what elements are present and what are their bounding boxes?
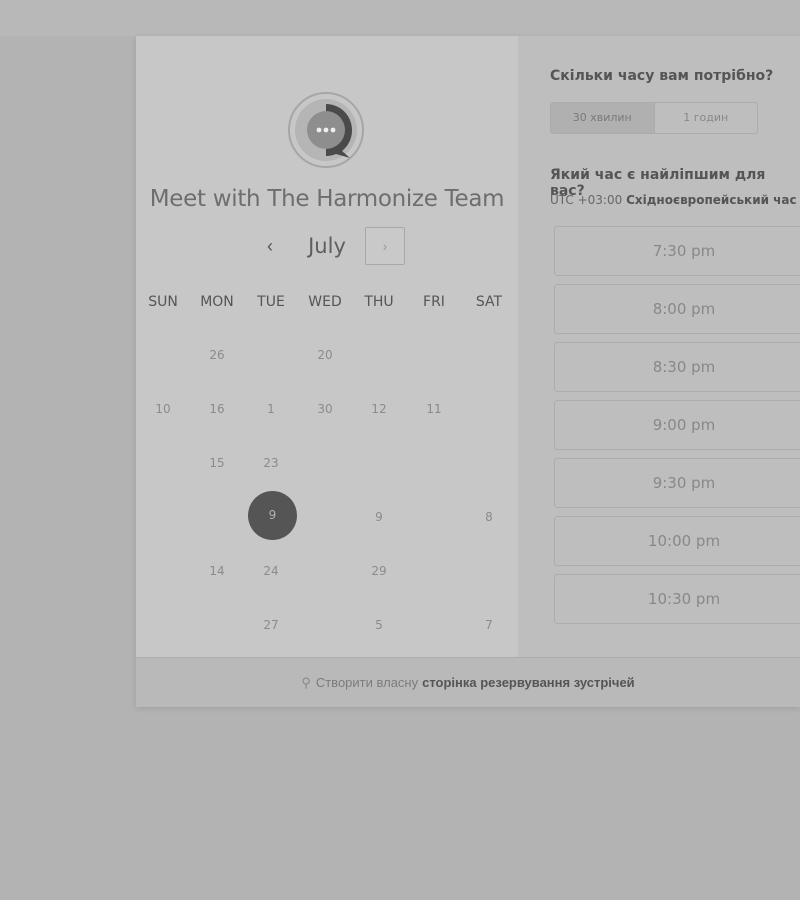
- weekday-header: SUN: [148, 294, 178, 310]
- duration-toggle: 30 хвилин 1 годин: [550, 102, 758, 134]
- duration-30-button[interactable]: 30 хвилин: [551, 103, 655, 133]
- calendar-day[interactable]: 1: [246, 402, 296, 416]
- meeting-title: Meet with The Harmonize Team: [149, 186, 505, 212]
- meetings-card: Meet with The Harmonize Team ‹ July › SU…: [136, 36, 800, 707]
- calendar-day[interactable]: 12: [354, 402, 404, 416]
- calendar-day[interactable]: 27: [246, 618, 296, 632]
- calendar-day[interactable]: 20: [300, 348, 350, 362]
- calendar-panel: Meet with The Harmonize Team ‹ July › SU…: [136, 36, 518, 657]
- calendar-day[interactable]: 26: [192, 348, 242, 362]
- time-slot-button[interactable]: 10:00 pm: [554, 516, 800, 566]
- weekday-header: TUE: [257, 294, 285, 310]
- calendar-day[interactable]: 30: [300, 402, 350, 416]
- prev-month-button[interactable]: ‹: [256, 232, 284, 260]
- weekday-header: MON: [200, 294, 234, 310]
- calendar-day[interactable]: 24: [246, 564, 296, 578]
- weekday-header: FRI: [423, 294, 445, 310]
- time-slot-button[interactable]: 10:30 pm: [554, 574, 800, 624]
- footer-prefix: Створити власну: [315, 675, 419, 690]
- calendar-day[interactable]: 29: [354, 564, 404, 578]
- timezone-label[interactable]: UTC +03:00 Східноєвропейський час: [550, 193, 797, 207]
- calendar-day[interactable]: 11: [409, 402, 459, 416]
- timezone-offset: UTC +03:00: [550, 193, 623, 207]
- calendar-day[interactable]: 15: [192, 456, 242, 470]
- footer: ⚲ Створити власну сторінка резервування …: [136, 657, 800, 707]
- duration-60-button[interactable]: 1 годин: [655, 103, 758, 133]
- calendar-day[interactable]: 10: [138, 402, 188, 416]
- month-label: July: [308, 234, 346, 258]
- weekday-header: SAT: [475, 294, 503, 310]
- top-band: [0, 0, 800, 36]
- time-slot-button[interactable]: 7:30 pm: [554, 226, 800, 276]
- calendar-day[interactable]: 7: [464, 618, 514, 632]
- footer-link[interactable]: сторінка резервування зустрічей: [422, 675, 635, 690]
- timezone-name: Східноєвропейський час: [626, 193, 797, 207]
- booking-panel: Скільки часу вам потрібно? 30 хвилин 1 г…: [518, 36, 800, 657]
- calendar-day[interactable]: 8: [464, 510, 514, 524]
- hubspot-sprocket-icon: ⚲: [301, 674, 311, 690]
- next-month-button[interactable]: ›: [365, 227, 405, 265]
- time-slot-button[interactable]: 8:30 pm: [554, 342, 800, 392]
- chat-logo-icon: [288, 92, 364, 168]
- calendar-day[interactable]: 9: [354, 510, 404, 524]
- time-slot-button[interactable]: 8:00 pm: [554, 284, 800, 334]
- selected-day[interactable]: 9: [248, 491, 297, 540]
- calendar-day[interactable]: 16: [192, 402, 242, 416]
- calendar-day[interactable]: 14: [192, 564, 242, 578]
- weekday-header: THU: [364, 294, 394, 310]
- time-slot-button[interactable]: 9:00 pm: [554, 400, 800, 450]
- duration-question: Скільки часу вам потрібно?: [550, 68, 774, 84]
- calendar-day[interactable]: 5: [354, 618, 404, 632]
- weekday-header: WED: [308, 294, 342, 310]
- calendar-day[interactable]: 23: [246, 456, 296, 470]
- time-slot-button[interactable]: 9:30 pm: [554, 458, 800, 508]
